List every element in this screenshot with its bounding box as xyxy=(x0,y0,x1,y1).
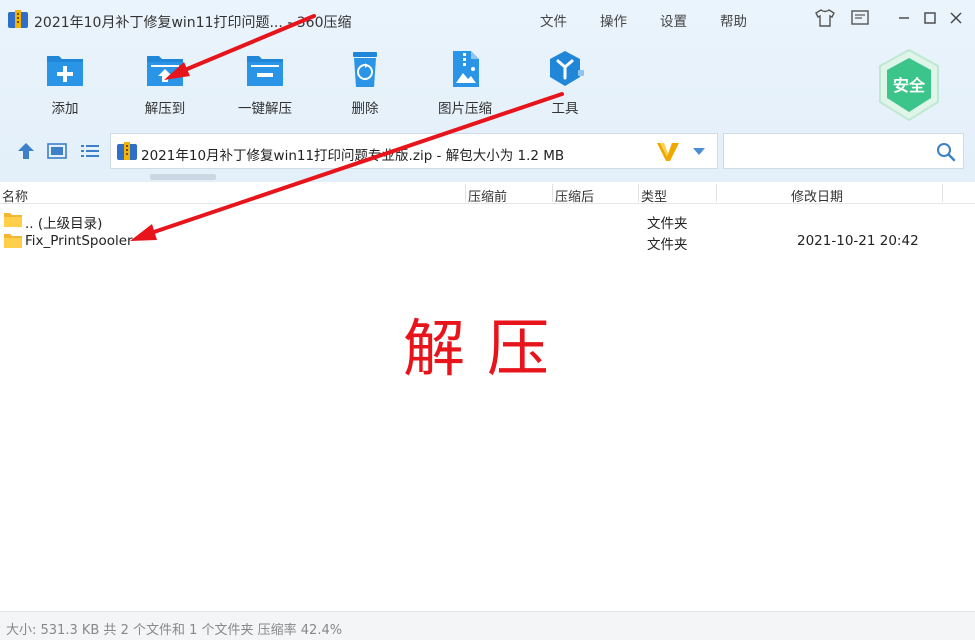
menu-help[interactable]: 帮助 xyxy=(720,10,747,30)
add-folder-icon xyxy=(47,56,83,86)
close-icon xyxy=(950,12,962,24)
skin-button[interactable] xyxy=(814,8,836,28)
list-view-icon[interactable] xyxy=(80,142,100,160)
close-button[interactable] xyxy=(945,8,967,28)
search-box[interactable] xyxy=(723,133,964,169)
file-type: 文件夹 xyxy=(647,216,688,232)
feedback-button[interactable] xyxy=(849,8,871,28)
path-text: 2021年10月补丁修复win11打印问题专业版.zip - 解包大小为 1.2… xyxy=(141,148,565,164)
column-divider[interactable] xyxy=(552,184,553,202)
thumbnail-view-icon[interactable] xyxy=(47,142,67,160)
column-type[interactable]: 类型 xyxy=(641,186,667,205)
tools-label: 工具 xyxy=(551,101,579,117)
column-before[interactable]: 压缩前 xyxy=(468,186,507,205)
menu-operate[interactable]: 操作 xyxy=(600,10,627,30)
tshirt-icon xyxy=(815,9,835,27)
table-row[interactable]: Fix_PrintSpooler 文件夹 2021-10-21 20:42 xyxy=(0,230,975,253)
add-button[interactable]: 添加 xyxy=(25,48,105,118)
table-row[interactable]: .. (上级目录) 文件夹 xyxy=(0,209,975,232)
column-divider[interactable] xyxy=(638,184,639,202)
extract-to-label: 解压到 xyxy=(144,101,186,117)
file-name: .. (上级目录) xyxy=(25,216,103,232)
path-bar[interactable]: 2021年10月补丁修复win11打印问题专业版.zip - 解包大小为 1.2… xyxy=(110,133,718,169)
image-compress-button[interactable]: 图片压缩 xyxy=(425,48,505,118)
zip-file-icon xyxy=(117,142,137,160)
image-zip-icon xyxy=(453,51,479,87)
safe-shield-badge[interactable]: 安全 xyxy=(876,48,942,122)
title-bar: 2021年10月补丁修复win11打印问题... - 360压缩 文件 操作 设… xyxy=(0,0,975,38)
image-compress-label: 图片压缩 xyxy=(438,101,492,117)
folder-icon xyxy=(4,213,22,227)
safe-badge-label: 安全 xyxy=(893,76,926,95)
column-modified[interactable]: 修改日期 xyxy=(791,186,843,205)
verified-v-icon[interactable] xyxy=(656,141,680,163)
extract-to-button[interactable]: 解压到 xyxy=(125,48,205,118)
maximize-button[interactable] xyxy=(919,8,941,28)
search-input[interactable] xyxy=(730,140,930,162)
file-type: 文件夹 xyxy=(647,237,688,253)
file-list-header: 名称 压缩前 压缩后 类型 修改日期 xyxy=(0,182,975,205)
column-after[interactable]: 压缩后 xyxy=(555,186,594,205)
minimize-icon xyxy=(899,17,909,19)
tools-button[interactable]: 工具 xyxy=(525,48,605,118)
message-icon xyxy=(851,10,869,25)
column-divider[interactable] xyxy=(465,184,466,202)
path-dropdown-arrow-icon[interactable] xyxy=(693,148,705,155)
window-title: 2021年10月补丁修复win11打印问题... - 360压缩 xyxy=(34,15,352,31)
extract-folder-icon xyxy=(147,56,183,86)
column-divider[interactable] xyxy=(716,184,717,202)
archive-app-icon xyxy=(8,10,28,28)
tools-icon xyxy=(550,51,584,86)
file-modified: 2021-10-21 20:42 xyxy=(797,233,919,249)
menu-file[interactable]: 文件 xyxy=(540,10,567,30)
folder-icon xyxy=(4,234,22,248)
file-name: Fix_PrintSpooler xyxy=(25,233,133,249)
one-click-extract-label: 一键解压 xyxy=(238,101,292,117)
column-name[interactable]: 名称 xyxy=(2,186,28,205)
menu-settings[interactable]: 设置 xyxy=(660,10,687,30)
search-icon[interactable] xyxy=(936,142,956,162)
up-arrow-icon[interactable] xyxy=(16,142,36,160)
minimize-button[interactable] xyxy=(893,8,915,28)
status-bar: 大小: 531.3 KB 共 2 个文件和 1 个文件夹 压缩率 42.4% xyxy=(0,611,975,640)
horizontal-scroll-thumb[interactable] xyxy=(150,174,216,180)
one-click-extract-button[interactable]: 一键解压 xyxy=(225,48,305,118)
status-text: 大小: 531.3 KB 共 2 个文件和 1 个文件夹 压缩率 42.4% xyxy=(6,623,343,638)
extract-annotation-text: 解压 xyxy=(403,312,572,385)
add-label: 添加 xyxy=(51,101,79,117)
one-click-extract-icon xyxy=(247,56,283,86)
maximize-icon xyxy=(924,12,936,24)
delete-button[interactable]: 删除 xyxy=(325,48,405,118)
recycle-bin-icon xyxy=(353,52,377,87)
column-divider[interactable] xyxy=(942,184,943,202)
delete-label: 删除 xyxy=(351,101,379,117)
